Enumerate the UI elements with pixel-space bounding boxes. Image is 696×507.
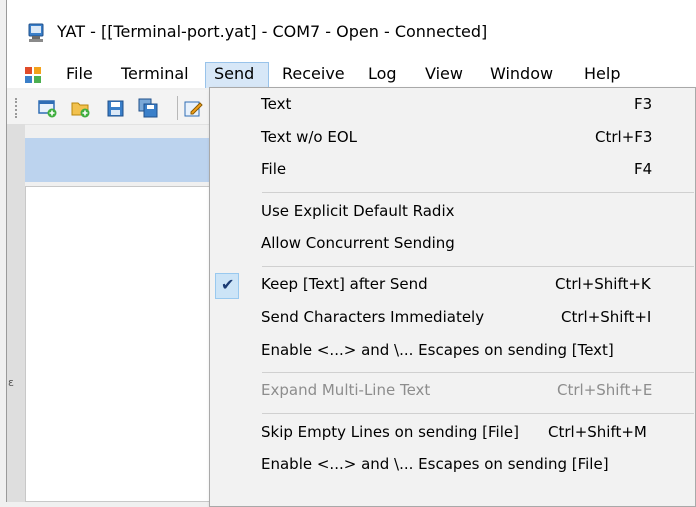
menu-item-send-text[interactable]: Text F3: [210, 90, 695, 122]
yat-app-icon: [28, 23, 44, 42]
menu-item-escapes-text[interactable]: Enable <...> and \... Escapes on sending…: [210, 336, 695, 368]
panel-header: [25, 138, 215, 182]
menu-item-keep-text-after-send[interactable]: ✔ Keep [Text] after Send Ctrl+Shift+K: [210, 270, 695, 302]
menu-item-label: Send Characters Immediately: [261, 308, 485, 326]
menu-item-explicit-default-radix[interactable]: Use Explicit Default Radix: [210, 197, 695, 229]
window-title: YAT - [[Terminal-port.yat] - COM7 - Open…: [57, 22, 488, 41]
menu-terminal[interactable]: Terminal: [113, 62, 197, 88]
menu-send[interactable]: Send: [205, 62, 269, 88]
menu-item-label: Use Explicit Default Radix: [261, 202, 455, 220]
checkmark-icon: ✔: [221, 275, 235, 294]
menu-window[interactable]: Window: [482, 62, 561, 88]
left-dock-strip: ε: [7, 124, 25, 502]
save-icon[interactable]: [105, 98, 126, 119]
menu-item-expand-multiline: Expand Multi-Line Text Ctrl+Shift+E: [210, 376, 695, 408]
menu-item-shortcut: Ctrl+F3: [595, 128, 653, 146]
menu-item-label: File: [261, 160, 287, 178]
menu-receive[interactable]: Receive: [274, 62, 353, 88]
menu-item-label: Skip Empty Lines on sending [File]: [261, 423, 519, 441]
checkmark-box: ✔: [215, 273, 239, 299]
title-bar: YAT - [[Terminal-port.yat] - COM7 - Open…: [7, 0, 696, 63]
menu-item-shortcut: Ctrl+Shift+I: [561, 308, 652, 326]
menu-bar: File Terminal Send Receive Log View Wind…: [7, 62, 696, 88]
open-folder-icon[interactable]: [70, 98, 91, 119]
toolbar-separator: [177, 96, 178, 120]
menu-item-label: Keep [Text] after Send: [261, 275, 428, 293]
menu-item-shortcut: Ctrl+Shift+E: [557, 381, 653, 399]
menu-item-concurrent-sending[interactable]: Allow Concurrent Sending: [210, 229, 695, 261]
menu-item-label: Enable <...> and \... Escapes on sending…: [261, 341, 614, 359]
menu-separator: [262, 192, 694, 193]
menu-separator: [262, 266, 694, 267]
menu-file[interactable]: File: [58, 62, 101, 88]
menu-item-label: Allow Concurrent Sending: [261, 234, 455, 252]
menu-item-escapes-file[interactable]: Enable <...> and \... Escapes on sending…: [210, 450, 695, 482]
menu-item-label: Text w/o EOL: [261, 128, 358, 146]
terminal-panel[interactable]: [25, 186, 215, 502]
menu-separator: [262, 413, 694, 414]
menu-item-label: Enable <...> and \... Escapes on sending…: [261, 455, 609, 473]
menu-help[interactable]: Help: [576, 62, 628, 88]
menu-item-send-file[interactable]: File F4: [210, 155, 695, 187]
menu-separator: [262, 372, 694, 373]
menu-item-shortcut: Ctrl+Shift+K: [555, 275, 651, 293]
edit-icon[interactable]: [183, 98, 204, 119]
new-terminal-icon[interactable]: [37, 98, 58, 119]
menu-log[interactable]: Log: [360, 62, 405, 88]
menu-item-shortcut: F3: [634, 95, 653, 113]
menu-item-skip-empty-lines[interactable]: Skip Empty Lines on sending [File] Ctrl+…: [210, 418, 695, 450]
app-window: YAT - [[Terminal-port.yat] - COM7 - Open…: [6, 0, 696, 507]
menu-item-shortcut: Ctrl+Shift+M: [548, 423, 647, 441]
menu-view[interactable]: View: [417, 62, 471, 88]
mdi-child-icon[interactable]: [24, 66, 42, 84]
dock-glyph: ε: [8, 376, 14, 389]
save-all-icon[interactable]: [138, 98, 159, 119]
menu-item-send-text-wo-eol[interactable]: Text w/o EOL Ctrl+F3: [210, 123, 695, 155]
menu-item-label: Expand Multi-Line Text: [261, 381, 431, 399]
menu-item-shortcut: F4: [634, 160, 653, 178]
send-menu-dropdown: Text F3 Text w/o EOL Ctrl+F3 File F4 Use…: [209, 87, 696, 507]
toolbar-grip[interactable]: [15, 98, 20, 118]
menu-item-send-chars-immediately[interactable]: Send Characters Immediately Ctrl+Shift+I: [210, 303, 695, 335]
menu-item-label: Text: [261, 95, 292, 113]
